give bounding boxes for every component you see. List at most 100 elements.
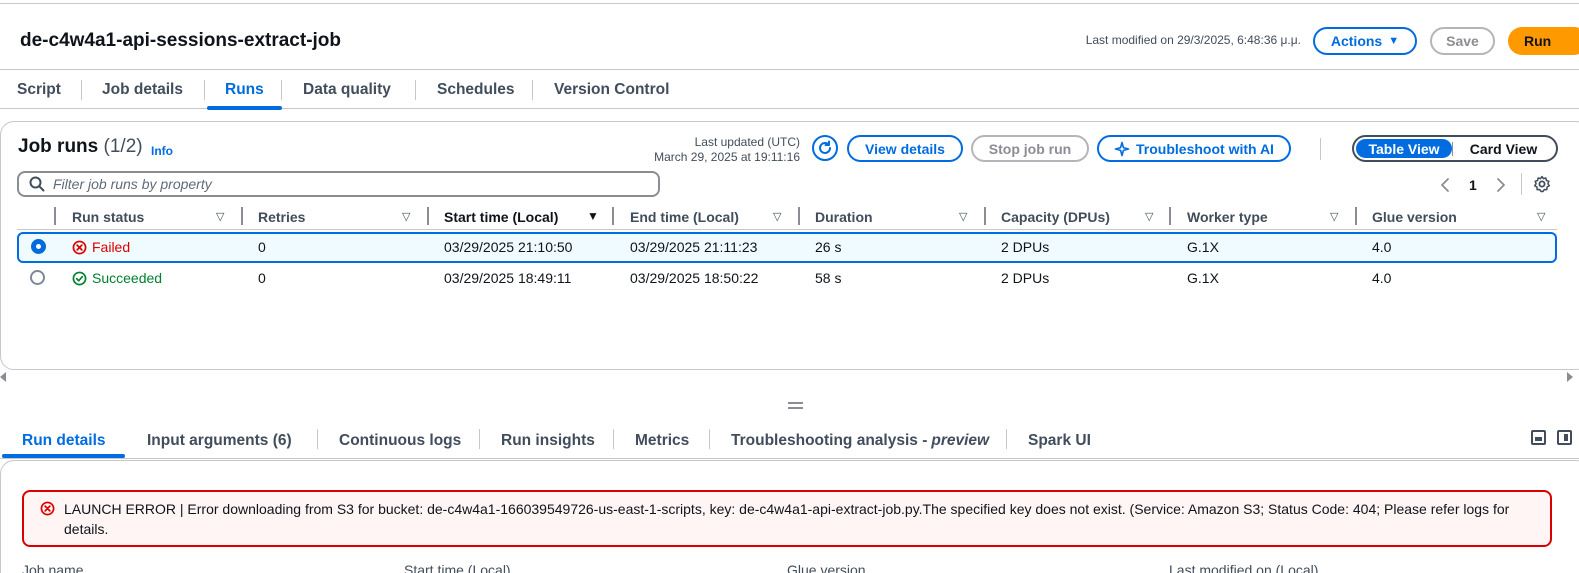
layout-bottom-icon[interactable]: [1531, 430, 1546, 445]
sort-icon[interactable]: ▽: [959, 210, 967, 223]
tab-script[interactable]: Script: [5, 71, 73, 108]
glue-version-cell: 4.0: [1372, 239, 1392, 255]
troubleshoot-ai-button[interactable]: Troubleshoot with AI: [1097, 135, 1291, 162]
tab-metrics[interactable]: Metrics: [613, 425, 711, 457]
page-number[interactable]: 1: [1469, 177, 1477, 193]
success-icon: [72, 271, 87, 285]
refresh-button[interactable]: [812, 135, 838, 161]
stop-job-run-button[interactable]: Stop job run: [971, 135, 1089, 162]
row-select-radio[interactable]: [31, 239, 46, 254]
actions-button[interactable]: Actions ▼: [1313, 27, 1417, 55]
status-text: Succeeded: [92, 270, 163, 286]
column-divider[interactable]: [798, 207, 800, 225]
column-header-duration[interactable]: Duration: [815, 209, 873, 225]
last-modified-text: Last modified on 29/3/2025, 6:48:36 μ.μ.: [1085, 33, 1301, 47]
filter-box: [17, 171, 660, 197]
chevron-down-icon: ▼: [1388, 35, 1400, 47]
sort-icon[interactable]: ▼: [587, 209, 599, 223]
run-button[interactable]: Run: [1508, 27, 1579, 55]
error-icon: [72, 240, 87, 254]
last-updated: Last updated (UTC) March 29, 2025 at 19:…: [654, 135, 800, 165]
retries-cell: 0: [258, 270, 266, 286]
page-header: de-c4w4a1-api-sessions-extract-job Last …: [0, 4, 1579, 70]
tab-divider: [281, 80, 282, 100]
table-row[interactable]: Succeeded 0 03/29/2025 18:49:11 03/29/20…: [17, 263, 1557, 294]
duration-cell: 26 s: [815, 239, 842, 255]
column-header-start-time[interactable]: Start time (Local): [444, 209, 558, 225]
tab-data-quality[interactable]: Data quality: [291, 71, 403, 108]
column-divider[interactable]: [1169, 207, 1171, 225]
view-details-label: View details: [865, 140, 945, 157]
start-time-cell: 03/29/2025 18:49:11: [444, 270, 572, 286]
save-label: Save: [1446, 33, 1479, 49]
stop-job-run-label: Stop job run: [988, 140, 1072, 157]
error-alert: LAUNCH ERROR | Error downloading from S3…: [22, 490, 1552, 547]
error-icon: [40, 501, 55, 516]
tab-divider: [81, 80, 82, 100]
info-link[interactable]: Info: [151, 144, 173, 158]
row-select-radio[interactable]: [30, 270, 45, 285]
scroll-right-icon[interactable]: [1567, 372, 1573, 382]
scroll-left-icon[interactable]: [0, 372, 6, 382]
table-row[interactable]: Failed 0 03/29/2025 21:10:50 03/29/2025 …: [17, 232, 1557, 263]
column-header-retries[interactable]: Retries: [258, 209, 305, 225]
last-updated-label: Last updated (UTC): [694, 135, 800, 149]
tab-spark-ui[interactable]: Spark UI: [1006, 425, 1113, 457]
column-header-end-time[interactable]: End time (Local): [630, 209, 739, 225]
sort-icon[interactable]: ▽: [1330, 210, 1338, 223]
column-divider[interactable]: [1355, 207, 1357, 225]
search-icon: [29, 176, 45, 192]
status-text: Failed: [92, 239, 131, 255]
label-job-name: Job name: [22, 562, 84, 573]
bottom-tabs-line: [0, 458, 1579, 459]
column-header-capacity[interactable]: Capacity (DPUs): [1001, 209, 1110, 225]
tab-run-details[interactable]: Run details: [0, 425, 125, 458]
sort-icon[interactable]: ▽: [1537, 210, 1545, 223]
column-divider[interactable]: [612, 207, 614, 225]
column-divider[interactable]: [241, 207, 243, 225]
run-label: Run: [1524, 33, 1552, 49]
sort-icon[interactable]: ▽: [216, 210, 224, 223]
sort-icon[interactable]: ▽: [1145, 210, 1153, 223]
view-toggle: Table View Card View: [1352, 135, 1558, 162]
view-details-button[interactable]: View details: [847, 135, 963, 162]
tab-version-control[interactable]: Version Control: [542, 71, 681, 108]
error-message: LAUNCH ERROR | Error downloading from S3…: [64, 501, 1510, 537]
duration-cell: 58 s: [815, 270, 842, 286]
tab-input-arguments[interactable]: Input arguments (6): [125, 425, 314, 457]
column-divider[interactable]: [427, 207, 429, 225]
table-header-line: [17, 229, 1557, 230]
actions-label: Actions: [1330, 33, 1383, 49]
preview-label: preview: [931, 432, 990, 449]
layout-side-icon[interactable]: [1557, 430, 1572, 445]
refresh-icon: [819, 140, 831, 154]
chevron-right-icon[interactable]: [1494, 177, 1508, 193]
gear-icon[interactable]: [1533, 175, 1551, 193]
column-header-worker-type[interactable]: Worker type: [1187, 209, 1268, 225]
table-view-toggle[interactable]: Table View: [1356, 139, 1453, 158]
chevron-left-icon[interactable]: [1438, 177, 1452, 193]
card-view-toggle[interactable]: Card View: [1453, 139, 1554, 158]
column-header-run-status[interactable]: Run status: [72, 209, 144, 225]
filter-input[interactable]: [53, 176, 633, 192]
save-button[interactable]: Save: [1430, 27, 1495, 55]
tab-divider: [204, 80, 205, 100]
tab-continuous-logs[interactable]: Continuous logs: [317, 425, 483, 457]
tab-runs[interactable]: Runs: [207, 71, 282, 110]
worker-type-cell: G.1X: [1187, 239, 1219, 255]
tab-run-insights[interactable]: Run insights: [479, 425, 617, 457]
sort-icon[interactable]: ▽: [402, 210, 410, 223]
tab-divider: [532, 80, 533, 100]
sort-icon[interactable]: ▽: [773, 210, 781, 223]
status-badge: Failed: [72, 239, 130, 255]
tab-schedules[interactable]: Schedules: [425, 71, 527, 108]
label-start-time: Start time (Local): [404, 562, 511, 573]
tab-job-details[interactable]: Job details: [90, 71, 195, 108]
main-tabs: Script Job details Runs Data quality Sch…: [0, 71, 1579, 110]
drag-handle-icon[interactable]: [788, 402, 803, 409]
column-divider[interactable]: [984, 207, 986, 225]
column-header-glue-version[interactable]: Glue version: [1372, 209, 1457, 225]
tab-troubleshooting-analysis[interactable]: Troubleshooting analysis - preview: [709, 425, 1011, 457]
run-details-labels: Job name Start time (Local) Glue version…: [0, 562, 1579, 573]
label-glue-version: Glue version: [787, 562, 866, 573]
